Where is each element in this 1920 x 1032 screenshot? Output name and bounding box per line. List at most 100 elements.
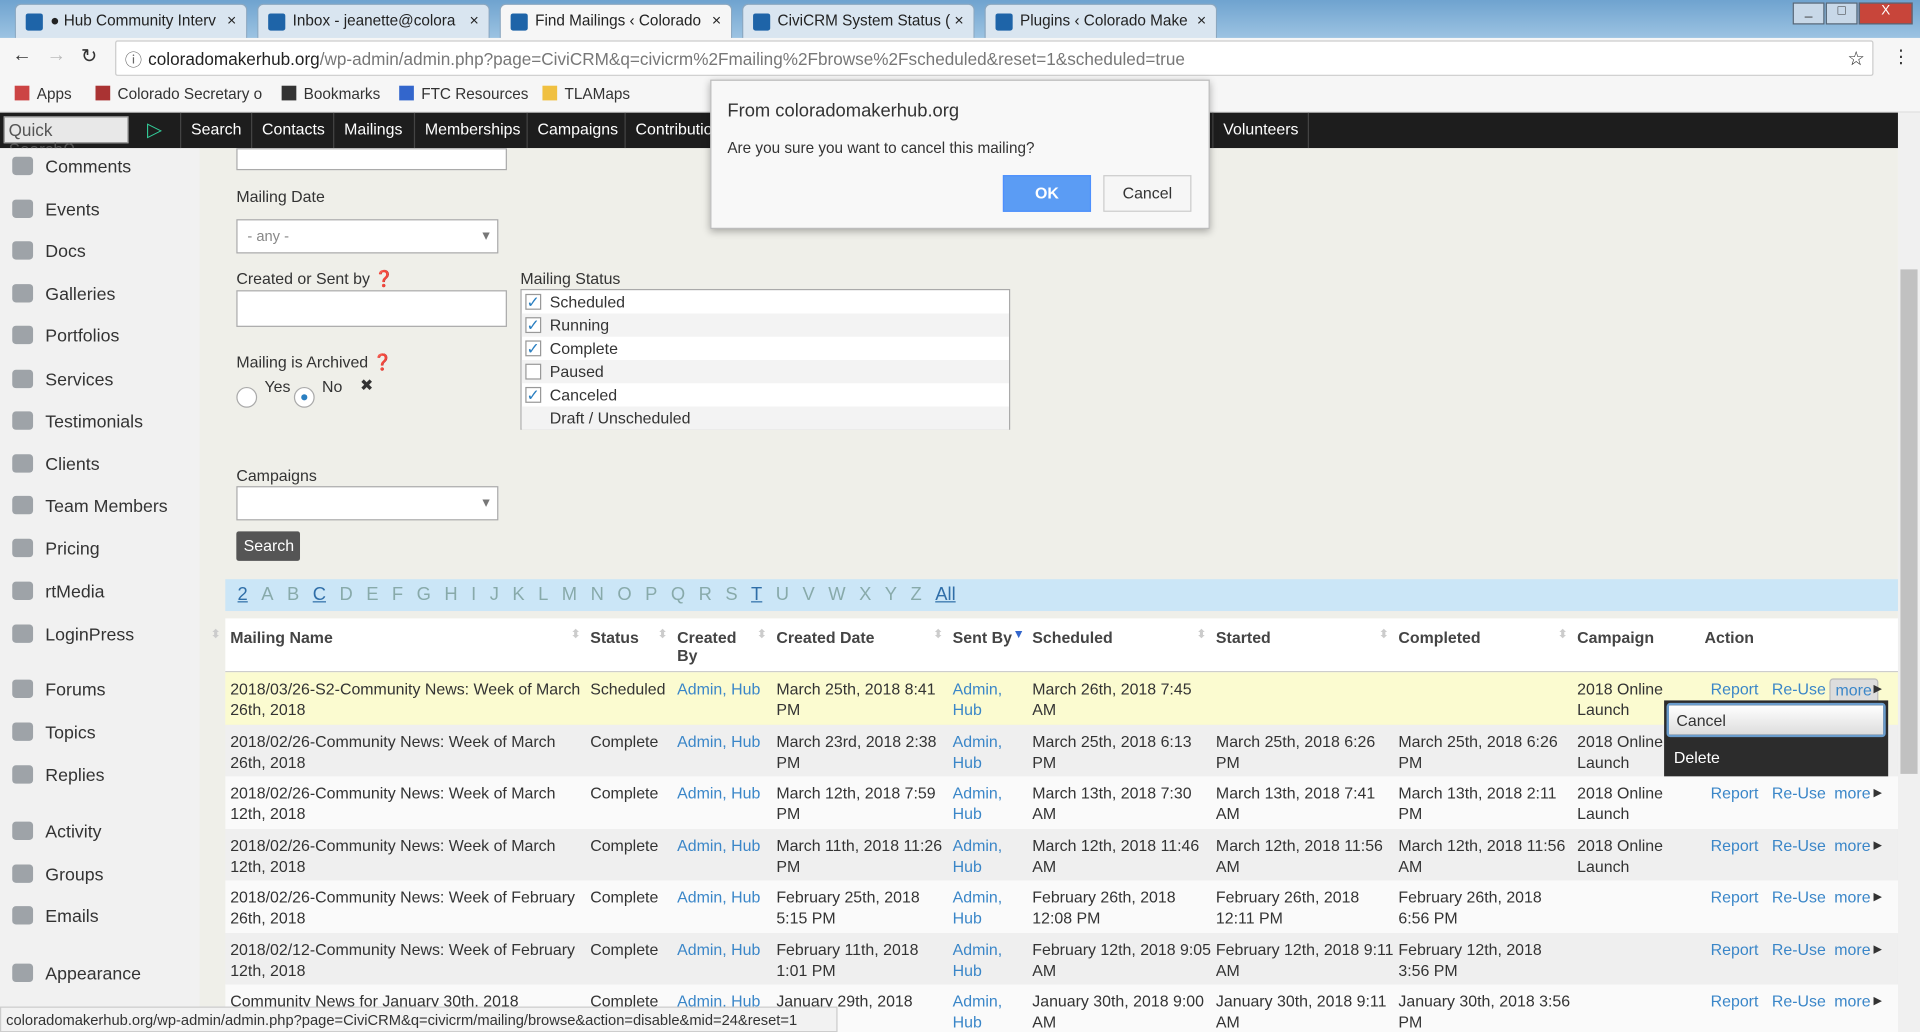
alpha-b[interactable]: B <box>287 584 299 605</box>
name-input[interactable] <box>236 148 507 171</box>
alpha-s[interactable]: S <box>725 584 737 605</box>
alpha-y[interactable]: Y <box>885 584 897 605</box>
sort-icon[interactable]: ⬍ <box>1558 628 1568 641</box>
alpha-o[interactable]: O <box>617 584 631 605</box>
bookmark-3[interactable]: FTC Resources <box>399 85 528 103</box>
cancel-button[interactable]: Cancel <box>1103 175 1192 212</box>
action-re-use[interactable]: Re-Use <box>1772 939 1826 960</box>
help-icon[interactable]: ❓ <box>373 353 393 371</box>
action-re-use[interactable]: Re-Use <box>1772 834 1826 855</box>
alpha-z[interactable]: Z <box>911 584 922 605</box>
alpha-i[interactable]: I <box>471 584 476 605</box>
sidebar-item-groups[interactable]: Groups <box>12 864 104 885</box>
menu-icon[interactable]: ⋮ <box>1892 45 1910 68</box>
minimize-button[interactable]: _ <box>1792 2 1825 25</box>
maximize-button[interactable]: □ <box>1825 2 1858 25</box>
bookmark-0[interactable]: Apps <box>14 85 72 103</box>
sidebar-item-rtmedia[interactable]: rtMedia <box>12 581 105 602</box>
sort-icon[interactable]: ⬍ <box>571 628 581 641</box>
column-header-2[interactable]: ⬍ Created By <box>658 628 738 665</box>
status-complete[interactable]: ✓ Complete <box>522 337 1009 360</box>
alpha-u[interactable]: U <box>776 584 789 605</box>
menu-delete[interactable]: Delete <box>1664 740 1888 776</box>
clear-icon[interactable]: ✖ <box>360 376 373 396</box>
alpha-m[interactable]: M <box>562 584 577 605</box>
cell-sent-by[interactable]: Admin, Hub <box>953 887 1024 929</box>
alpha-e[interactable]: E <box>366 584 378 605</box>
star-icon[interactable]: ☆ <box>1847 47 1865 71</box>
sort-icon[interactable]: ⬍ <box>658 628 668 641</box>
action-more[interactable]: more <box>1834 887 1870 908</box>
sidebar-item-services[interactable]: Services <box>12 369 113 391</box>
tab-2[interactable]: Find Mailings ‹ Colorado × <box>499 3 733 38</box>
sidebar-item-appearance[interactable]: Appearance <box>12 963 141 984</box>
close-tab-icon[interactable]: × <box>227 11 236 29</box>
cell-sent-by[interactable]: Admin, Hub <box>953 939 1024 981</box>
sort-icon[interactable]: ⬍ <box>211 628 221 641</box>
sort-icon[interactable]: ⬍ <box>1196 628 1206 641</box>
sidebar-item-emails[interactable]: Emails <box>12 906 99 927</box>
forward-icon[interactable]: → <box>47 45 67 67</box>
cell-sent-by[interactable]: Admin, Hub <box>953 782 1024 824</box>
sort-desc-icon[interactable]: ▼ <box>1013 628 1025 641</box>
action-report[interactable]: Report <box>1711 834 1759 855</box>
alpha-l[interactable]: L <box>538 584 548 605</box>
campaigns-select[interactable] <box>236 486 499 521</box>
alpha-h[interactable]: H <box>444 584 457 605</box>
scrollbar-thumb[interactable] <box>1900 269 1918 774</box>
alpha-all[interactable]: All <box>935 584 955 605</box>
status-running[interactable]: ✓ Running <box>521 313 1009 337</box>
sidebar-item-portfolios[interactable]: Portfolios <box>12 325 119 347</box>
sidebar-item-comments[interactable]: Comments <box>12 156 131 178</box>
quick-search-input[interactable]: Quick Search⚲ <box>3 116 129 159</box>
tab-0[interactable]: ● Hub Community Interv × <box>14 3 248 38</box>
alpha-t[interactable]: T <box>751 584 762 605</box>
nav-search[interactable]: Search <box>180 112 251 149</box>
alpha-q[interactable]: Q <box>671 584 685 605</box>
alpha-p[interactable]: P <box>645 584 657 605</box>
checkbox[interactable] <box>525 363 542 380</box>
cell-sent-by[interactable]: Admin, Hub <box>953 678 1024 720</box>
sidebar-item-replies[interactable]: Replies <box>12 765 105 786</box>
alpha-w[interactable]: W <box>828 584 845 605</box>
cell-created-by[interactable]: Admin, Hub <box>677 887 773 908</box>
alpha-k[interactable]: K <box>512 584 524 605</box>
column-header-0[interactable]: ⬍ Mailing Name <box>211 628 426 646</box>
action-report[interactable]: Report <box>1711 887 1759 908</box>
mailing-date-select[interactable]: - any - <box>236 219 499 254</box>
action-report[interactable]: Report <box>1711 782 1759 803</box>
sort-icon[interactable]: ⬍ <box>933 628 943 641</box>
alpha-c[interactable]: C <box>313 584 326 605</box>
sidebar-item-team-members[interactable]: Team Members <box>12 495 168 517</box>
search-button[interactable]: Search <box>236 531 301 561</box>
sidebar-item-loginpress[interactable]: LoginPress <box>12 624 134 645</box>
action-re-use[interactable]: Re-Use <box>1772 782 1826 803</box>
archived-no-radio[interactable] <box>293 386 315 408</box>
status-canceled[interactable]: ✓ Canceled <box>522 383 1009 406</box>
play-icon[interactable]: ▷ <box>147 118 162 142</box>
cell-created-by[interactable]: Admin, Hub <box>677 782 773 803</box>
sidebar-item-pricing[interactable]: Pricing <box>12 538 100 560</box>
cell-created-by[interactable]: Admin, Hub <box>677 834 773 855</box>
alpha-a[interactable]: A <box>261 584 273 605</box>
alpha-x[interactable]: X <box>859 584 871 605</box>
close-tab-icon[interactable]: × <box>712 11 721 29</box>
tab-1[interactable]: Inbox - jeanette@colora × <box>257 3 490 38</box>
nav-volunteers[interactable]: Volunteers <box>1212 112 1310 149</box>
alpha-v[interactable]: V <box>803 584 815 605</box>
alpha-r[interactable]: R <box>699 584 712 605</box>
help-icon[interactable]: ❓ <box>374 269 394 287</box>
action-re-use[interactable]: Re-Use <box>1772 887 1826 908</box>
close-tab-icon[interactable]: × <box>1197 11 1206 29</box>
alpha-f[interactable]: F <box>392 584 403 605</box>
tab-3[interactable]: CiviCRM System Status (× <box>742 3 975 38</box>
alpha-d[interactable]: D <box>339 584 352 605</box>
cell-sent-by[interactable]: Admin, Hub <box>953 730 1024 772</box>
nav-mailings[interactable]: Mailings <box>333 112 412 149</box>
address-bar[interactable]: ⓘ coloradomakerhub.org/wp-admin/admin.php… <box>115 40 1874 76</box>
sort-icon[interactable]: ⬍ <box>1379 628 1389 641</box>
sidebar-item-clients[interactable]: Clients <box>12 454 100 475</box>
created-by-input[interactable] <box>236 290 507 327</box>
sort-icon[interactable]: ⬍ <box>757 628 767 641</box>
reload-icon[interactable]: ↻ <box>81 44 97 68</box>
